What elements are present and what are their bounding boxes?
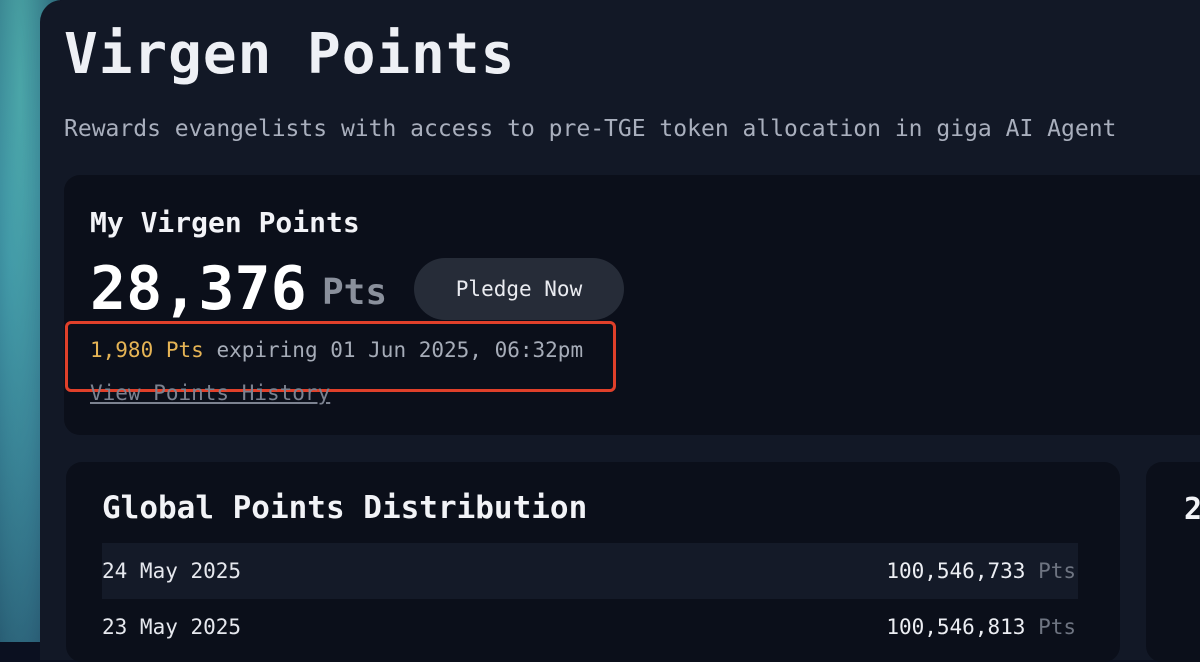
row-date: 23 May 2025 [102,615,242,639]
row-unit: Pts [1038,615,1076,639]
view-points-history-link[interactable]: View Points History [90,381,330,405]
row-value: 100,546,733 Pts [886,559,1078,583]
row-value: 100,546,813 Pts [886,615,1078,639]
points-unit: Pts [322,272,388,313]
expiring-points-amount: 1,980 Pts [90,338,204,362]
pledge-now-button[interactable]: Pledge Now [414,258,624,320]
row-points: 100,546,813 [886,615,1026,639]
secondary-card-title: 2 [1184,492,1200,527]
my-points-title: My Virgen Points [90,206,360,239]
row-date: 24 May 2025 [102,559,242,583]
page-subtitle: Rewards evangelists with access to pre-T… [64,116,1117,142]
expiring-points-notice: 1,980 Pts expiring 01 Jun 2025, 06:32pm [90,338,583,362]
table-row: 23 May 2025 100,546,813 Pts [102,599,1078,655]
expiring-points-date: expiring 01 Jun 2025, 06:32pm [203,338,584,362]
row-unit: Pts [1038,559,1076,583]
row-points: 100,546,733 [886,559,1026,583]
page-title: Virgen Points [64,22,516,87]
global-distribution-title: Global Points Distribution [102,490,588,526]
table-row: 24 May 2025 100,546,733 Pts [102,543,1078,599]
points-total: 28,376 [90,254,307,324]
